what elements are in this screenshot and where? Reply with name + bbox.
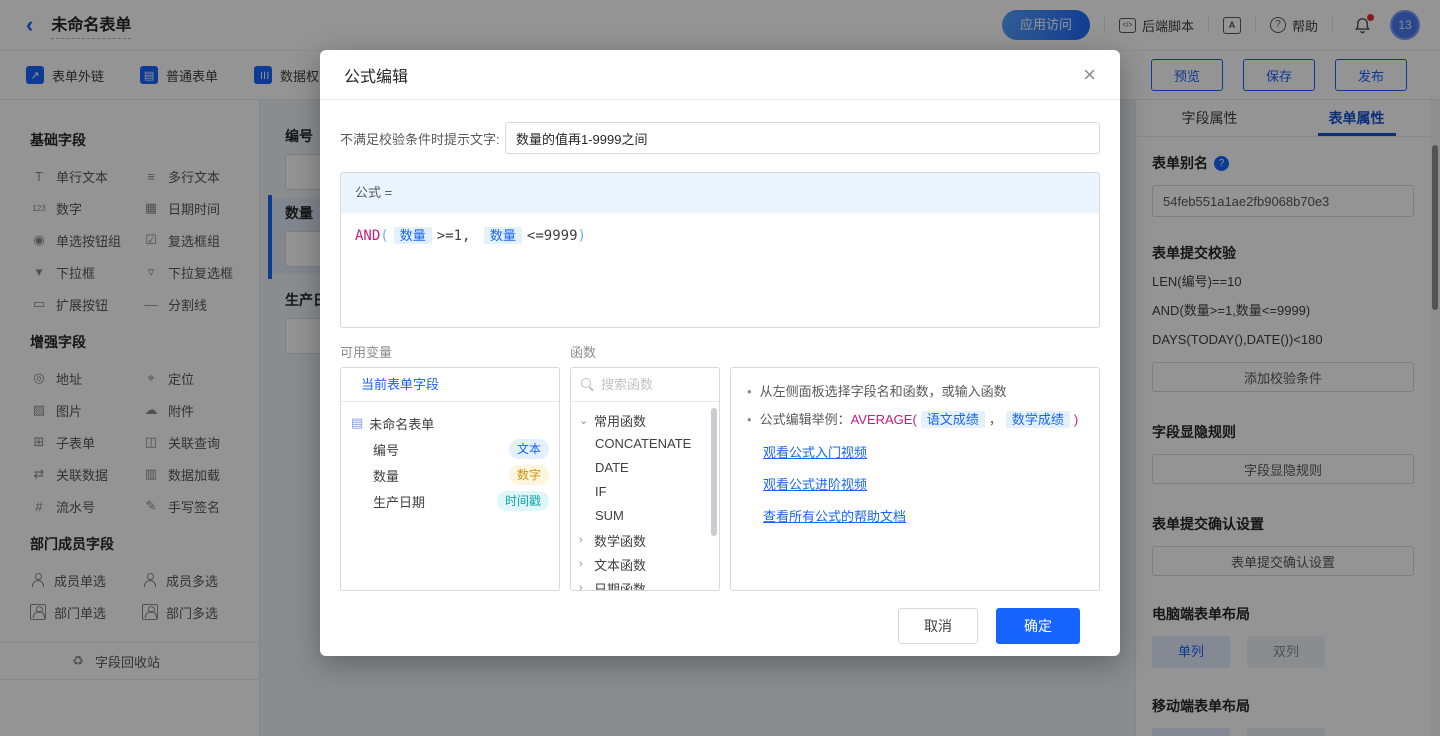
formula-edit-modal: 公式编辑 × 不满足校验条件时提示文字: 公式 = AND( 数量 >=1, 数量 <… [320, 50, 1120, 656]
formula-field-token[interactable]: 数量 [394, 227, 432, 244]
search-icon [581, 378, 594, 391]
variable-编号[interactable]: 编号文本 [351, 436, 549, 462]
type-badge: 数字 [509, 465, 549, 485]
screen: ‹ 未命名表单 应用访问 </> 后端脚本 A ? 帮助 13 ↗表 [0, 0, 1440, 736]
function-DATE[interactable]: DATE [571, 456, 719, 480]
form-doc-icon: ▤ [351, 415, 363, 431]
panels-row: 当前表单字段 ▤未命名表单编号文本数量数字生产日期时间戳 ⌄常用函数CONCAT… [340, 367, 1100, 591]
bullet-icon: • [747, 410, 752, 430]
formula-text: AND [355, 228, 380, 244]
function-list-scrollbar-thumb[interactable] [711, 408, 717, 536]
functions-label: 函数 [570, 342, 730, 361]
function-search-input[interactable] [601, 377, 696, 392]
function-group-文本函数[interactable]: ›文本函数 [571, 552, 719, 576]
tip-row: 不满足校验条件时提示文字: [340, 122, 1100, 154]
help-bullet: • 从左侧面板选择字段名和函数，或输入函数 [747, 382, 1083, 402]
close-icon[interactable]: × [1083, 64, 1096, 86]
modal-header: 公式编辑 × [320, 50, 1120, 100]
modal-title: 公式编辑 [344, 63, 408, 87]
variable-数量[interactable]: 数量数字 [351, 462, 549, 488]
modal-footer: 取消 确定 [340, 591, 1100, 644]
function-search [571, 368, 719, 402]
help-example: • 公式编辑举例：AVERAGE(语文成绩，数学成绩) [747, 410, 1083, 430]
bullet-icon: • [747, 382, 752, 402]
function-SUM[interactable]: SUM [571, 504, 719, 528]
function-CONCATENATE[interactable]: CONCATENATE [571, 432, 719, 456]
formula-text: <=9999 [527, 228, 578, 244]
help-link[interactable]: 观看公式进阶视频 [763, 474, 1083, 493]
help-link[interactable]: 查看所有公式的帮助文档 [763, 506, 1083, 525]
function-IF[interactable]: IF [571, 480, 719, 504]
chevron-down-icon: ⌄ [579, 414, 589, 427]
formula-input-area[interactable]: AND( 数量 >=1, 数量 <=9999) [341, 213, 1099, 327]
vars-label: 可用变量 [340, 342, 570, 361]
formula-header: 公式 = [341, 173, 1099, 213]
help-link[interactable]: 观看公式入门视频 [763, 442, 1083, 461]
chevron-right-icon: › [579, 582, 589, 591]
variables-tree: ▤未命名表单编号文本数量数字生产日期时间戳 [341, 402, 559, 522]
formula-text: ) [578, 228, 586, 244]
formula-text: >=1, [437, 228, 479, 244]
confirm-button[interactable]: 确定 [996, 608, 1080, 644]
functions-panel: ⌄常用函数CONCATENATEDATEIFSUM›数学函数›文本函数›日期函数 [570, 367, 720, 591]
panel-labels: 可用变量 函数 [340, 342, 1100, 361]
tab-current-form-fields[interactable]: 当前表单字段 [341, 368, 559, 402]
example-field-token: 语文成绩 [921, 411, 985, 428]
modal-body: 不满足校验条件时提示文字: 公式 = AND(数量>=1, 数量<=9999) … [320, 100, 1120, 644]
function-group-日期函数[interactable]: ›日期函数 [571, 576, 719, 591]
variables-panel: 当前表单字段 ▤未命名表单编号文本数量数字生产日期时间戳 [340, 367, 560, 591]
cancel-button[interactable]: 取消 [898, 608, 978, 644]
function-group-常用函数[interactable]: ⌄常用函数 [571, 408, 719, 432]
help-links: 观看公式入门视频观看公式进阶视频查看所有公式的帮助文档 [747, 442, 1083, 525]
variable-生产日期[interactable]: 生产日期时间戳 [351, 488, 549, 514]
chevron-right-icon: › [579, 534, 589, 546]
formula-field-token[interactable]: 数量 [484, 227, 522, 244]
type-badge: 文本 [509, 439, 549, 459]
chevron-right-icon: › [579, 558, 589, 570]
tip-label: 不满足校验条件时提示文字: [340, 129, 505, 148]
function-list: ⌄常用函数CONCATENATEDATEIFSUM›数学函数›文本函数›日期函数 [571, 402, 719, 591]
tip-message-input[interactable] [505, 122, 1100, 154]
function-group-数学函数[interactable]: ›数学函数 [571, 528, 719, 552]
type-badge: 时间戳 [497, 491, 549, 511]
tree-root-form[interactable]: ▤未命名表单 [351, 410, 549, 436]
example-field-token: 数学成绩 [1006, 411, 1070, 428]
formula-text: ( [380, 228, 388, 244]
formula-editor: 公式 = AND( 数量 >=1, 数量 <=9999) [340, 172, 1100, 328]
formula-help-panel: • 从左侧面板选择字段名和函数，或输入函数 • 公式编辑举例：AVERAGE(语… [730, 367, 1100, 591]
